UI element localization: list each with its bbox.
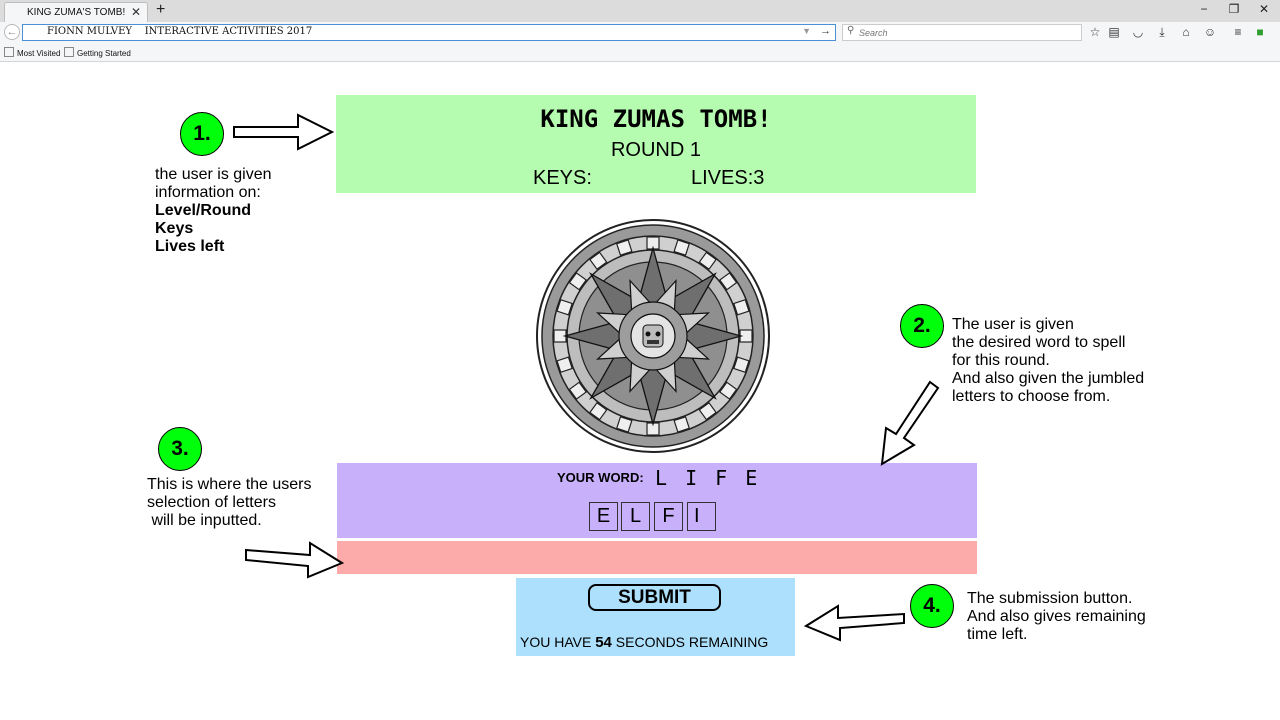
letter-tile[interactable]: F (654, 502, 683, 531)
chat-icon[interactable]: ☺ (1202, 25, 1218, 39)
reading-list-icon[interactable]: ▤ (1106, 25, 1122, 39)
browser-tab[interactable]: KING ZUMA'S TOMB! ✕ (4, 2, 148, 22)
annotation-badge-2: 2. (900, 304, 944, 348)
download-icon[interactable]: ⤓ (1154, 25, 1170, 40)
left-arrow-icon (803, 604, 905, 642)
bookmark-label: Most Visited (17, 49, 61, 58)
time-remaining: YOU HAVE 54 SECONDS REMAINING (520, 634, 768, 651)
game-title: KING ZUMAS TOMB! (540, 105, 772, 133)
bookmark-getting-started[interactable]: Getting Started (64, 47, 131, 58)
bookmark-star-icon[interactable]: ☆ (1087, 25, 1103, 39)
letter-tile[interactable]: L (621, 502, 650, 531)
keys-indicator: KEYS: (533, 167, 592, 189)
bookmark-most-visited[interactable]: Most Visited (4, 47, 60, 58)
annotation-badge-3: 3. (158, 427, 202, 471)
bookmark-folder-icon (4, 47, 14, 57)
pocket-icon[interactable]: ◡ (1130, 25, 1146, 39)
round-indicator: ROUND 1 (610, 139, 701, 161)
new-tab-icon[interactable]: + (156, 1, 165, 19)
url-dropdown-icon[interactable]: ▼ (802, 26, 811, 36)
annotation-note-1: the user is given information on: Level/R… (155, 166, 272, 256)
timer-prefix: YOU HAVE (520, 634, 596, 650)
search-icon: ⚲ (847, 25, 855, 36)
close-window-icon[interactable]: ✕ (1254, 2, 1274, 16)
aztec-calendar-image (536, 219, 770, 453)
timer-suffix: SECONDS REMAINING (611, 634, 769, 650)
annotation-text: the user is given information on: (155, 166, 272, 201)
search-input[interactable] (859, 26, 1069, 39)
annotation-badge-4: 4. (910, 584, 954, 628)
minimize-icon[interactable]: − (1194, 2, 1214, 16)
tab-strip: KING ZUMA'S TOMB! ✕ + − ❐ ✕ (0, 0, 1280, 22)
down-left-arrow-icon (880, 380, 940, 466)
extension-icon[interactable]: ■ (1252, 25, 1268, 39)
search-box[interactable]: ⚲ (842, 24, 1082, 41)
go-arrow-icon[interactable]: → (820, 25, 831, 37)
right-arrow-icon (245, 541, 345, 579)
right-arrow-icon (233, 113, 335, 151)
annotation-note-2: The user is given the desired word to sp… (952, 316, 1145, 405)
bookmark-page-icon (64, 47, 74, 57)
home-icon[interactable]: ⌂ (1178, 25, 1194, 39)
url-text: FIONN MULVEY INTERACTIVE ACTIVITIES 2017 (47, 26, 313, 37)
target-word: L I F E (655, 466, 761, 490)
lives-indicator: LIVES:3 (691, 167, 765, 189)
close-tab-icon[interactable]: ✕ (131, 5, 141, 19)
submit-panel: SUBMIT YOU HAVE 54 SECONDS REMAINING (516, 578, 795, 656)
tab-title: KING ZUMA'S TOMB! (27, 7, 126, 18)
bookmark-label: Getting Started (77, 49, 131, 58)
annotation-bold-list: Level/Round Keys Lives left (155, 202, 252, 255)
annotation-note-4: The submission button. And also gives re… (967, 590, 1146, 643)
your-word-label: YOUR WORD: (557, 470, 644, 485)
annotation-badge-1: 1. (180, 112, 224, 156)
game-header-panel: KING ZUMAS TOMB! ROUND 1 KEYS: LIVES:3 (336, 95, 976, 193)
bookmarks-toolbar: Most Visited Getting Started (0, 44, 1280, 62)
address-bar[interactable]: FIONN MULVEY INTERACTIVE ACTIVITIES 2017… (22, 24, 836, 41)
letter-input-area[interactable] (337, 541, 977, 574)
seconds-remaining: 54 (595, 634, 612, 651)
submit-button[interactable]: SUBMIT (588, 584, 721, 611)
word-panel: YOUR WORD: L I F E E L F I (337, 463, 977, 538)
letter-tile[interactable]: I (687, 502, 716, 531)
letter-tile[interactable]: E (589, 502, 618, 531)
annotation-note-3: This is where the users selection of let… (147, 476, 312, 529)
back-arrow-icon[interactable]: ← (4, 24, 20, 40)
restore-icon[interactable]: ❐ (1224, 2, 1244, 16)
menu-icon[interactable]: ≡ (1230, 25, 1246, 39)
